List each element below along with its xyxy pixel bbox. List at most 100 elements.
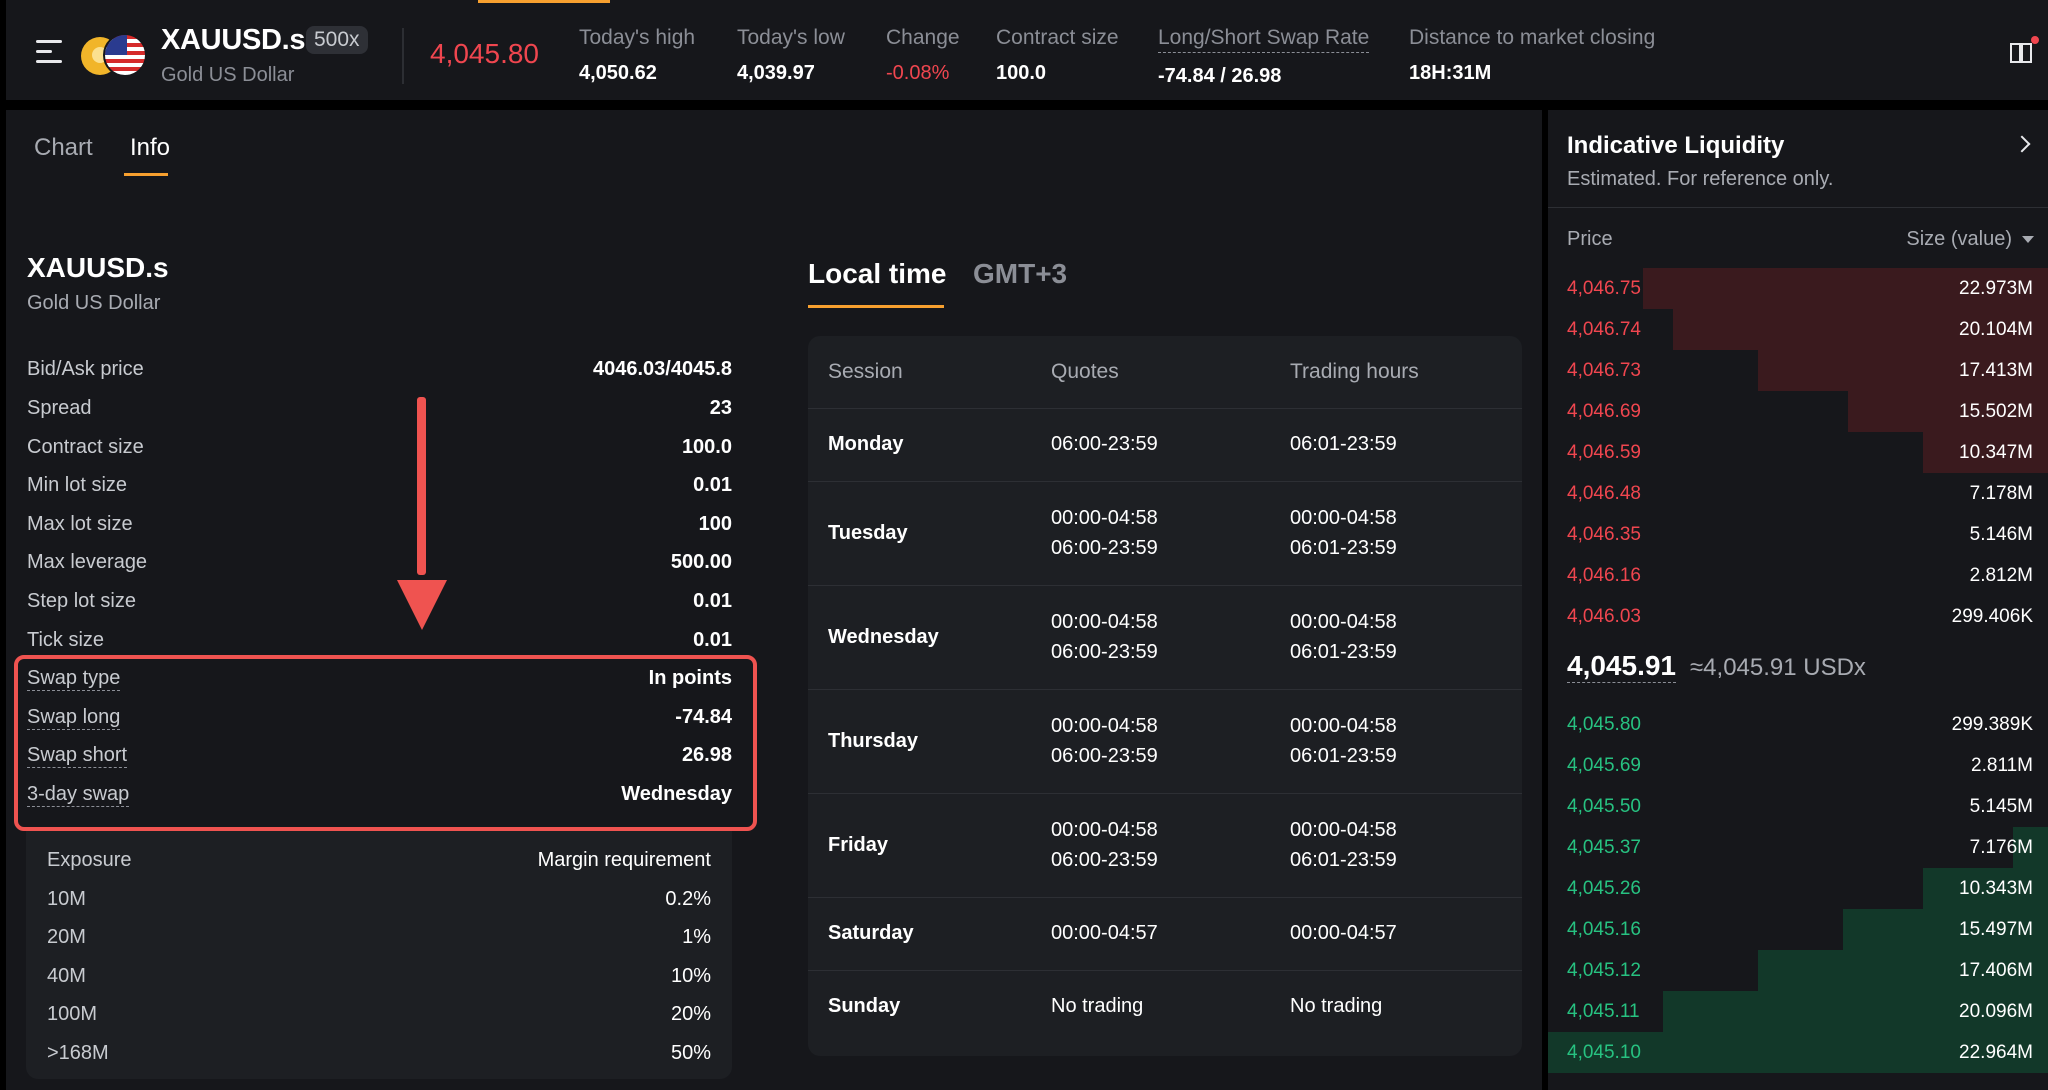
bid-row[interactable]: 4,045.10 22.964M xyxy=(1548,1032,2048,1073)
session-quotes: 00:00-04:58 xyxy=(1051,611,1158,633)
bid-row[interactable]: 4,045.50 5.145M xyxy=(1548,786,2048,827)
bid-price: 4,045.50 xyxy=(1567,796,1641,817)
bid-row[interactable]: 4,045.12 17.406M xyxy=(1548,950,2048,991)
table-row: Thursday 00:00-04:58 06:00-23:59 00:00-0… xyxy=(808,689,1522,793)
bid-size: 2.811M xyxy=(1971,755,2033,776)
table-row: >168M 50% xyxy=(47,1038,711,1068)
bid-price: 4,045.10 xyxy=(1567,1042,1641,1063)
spec-label: Min lot size xyxy=(27,474,128,496)
ask-row[interactable]: 4,046.69 15.502M xyxy=(1548,391,2048,432)
stat-value: 4,039.97 xyxy=(737,62,815,84)
spec-row-spread: Spread 23 xyxy=(27,393,732,423)
ask-size: 5.146M xyxy=(1969,524,2033,545)
session-hours: 00:00-04:58 xyxy=(1290,715,1397,737)
col-size-value[interactable]: Size (value) xyxy=(1906,228,2012,251)
stat-label: Distance to market closing xyxy=(1409,26,1656,49)
bid-price: 4,045.12 xyxy=(1567,960,1641,981)
bid-row[interactable]: 4,045.11 20.096M xyxy=(1548,991,2048,1032)
chevron-right-icon[interactable] xyxy=(2013,135,2031,153)
liquidity-title[interactable]: Indicative Liquidity xyxy=(1567,132,1784,160)
bid-row[interactable]: 4,045.69 2.811M xyxy=(1548,745,2048,786)
table-row: Friday 00:00-04:58 06:00-23:59 00:00-04:… xyxy=(808,793,1522,897)
table-row: Sunday No trading No trading xyxy=(808,970,1522,1043)
spec-label: Bid/Ask price xyxy=(27,358,144,380)
table-row: 100M 20% xyxy=(47,999,711,1029)
margin-exposure: 20M xyxy=(47,926,86,948)
ask-size: 10.347M xyxy=(1959,442,2033,463)
bid-size: 10.343M xyxy=(1959,878,2033,899)
session-hours: No trading xyxy=(1290,995,1383,1017)
session-quotes: No trading xyxy=(1051,995,1144,1017)
stat-value: -0.08% xyxy=(886,62,950,84)
margin-value: 0.2% xyxy=(665,888,711,910)
stat-label[interactable]: Long/Short Swap Rate xyxy=(1158,26,1370,53)
ask-row[interactable]: 4,046.73 17.413M xyxy=(1548,350,2048,391)
bid-price: 4,045.11 xyxy=(1567,1001,1640,1022)
ask-row[interactable]: 4,046.16 2.812M xyxy=(1548,555,2048,596)
liquidity-subtitle: Estimated. For reference only. xyxy=(1567,168,1834,190)
hamburger-menu-icon[interactable] xyxy=(36,40,62,64)
spec-row-tick-size: Tick size 0.01 xyxy=(27,625,732,655)
ask-price: 4,046.03 xyxy=(1567,606,1641,627)
caret-down-icon[interactable] xyxy=(2022,236,2034,243)
ask-row[interactable]: 4,046.48 7.178M xyxy=(1548,473,2048,514)
ask-size: 7.178M xyxy=(1969,483,2033,504)
table-row: Wednesday 00:00-04:58 06:00-23:59 00:00-… xyxy=(808,585,1522,689)
bid-row[interactable]: 4,045.80 299.389K xyxy=(1548,704,2048,745)
stat-label: Change xyxy=(886,26,960,49)
spec-row-max-leverage: Max leverage 500.00 xyxy=(27,547,732,577)
annotation-arrow xyxy=(417,397,426,575)
spec-value: 0.01 xyxy=(693,474,732,496)
session-day: Tuesday xyxy=(828,522,908,544)
stat-market-closing: Distance to market closing 18H:31M xyxy=(1409,26,1655,85)
session-quotes: 06:00-23:59 xyxy=(1051,745,1158,767)
ask-row[interactable]: 4,046.74 20.104M xyxy=(1548,309,2048,350)
session-hours: 06:01-23:59 xyxy=(1290,433,1397,455)
spec-row-step-lot: Step lot size 0.01 xyxy=(27,586,732,616)
margin-value: 10% xyxy=(670,965,711,987)
spec-value: 0.01 xyxy=(693,629,732,651)
table-row: 20M 1% xyxy=(47,922,711,952)
session-day: Monday xyxy=(828,433,904,455)
margin-value: 1% xyxy=(682,926,711,948)
bid-row[interactable]: 4,045.26 10.343M xyxy=(1548,868,2048,909)
ask-row[interactable]: 4,046.59 10.347M xyxy=(1548,432,2048,473)
tab-active-indicator xyxy=(124,173,168,176)
tab-chart[interactable]: Chart xyxy=(34,134,93,162)
spec-symbol-title: XAUUSD.s xyxy=(27,252,169,283)
tab-local-time[interactable]: Local time xyxy=(808,258,946,290)
table-row: 10M 0.2% xyxy=(47,884,711,914)
col-quotes: Quotes xyxy=(1051,360,1119,383)
tab-info[interactable]: Info xyxy=(130,134,170,162)
spec-value: 4046.03/4045.8 xyxy=(592,358,732,380)
bid-row[interactable]: 4,045.37 7.176M xyxy=(1548,827,2048,868)
symbol-header-bar: XAUUSD.s 500x Gold US Dollar 4,045.80 To… xyxy=(6,0,2048,104)
ask-price: 4,046.75 xyxy=(1567,278,1641,299)
tab-gmt3[interactable]: GMT+3 xyxy=(973,258,1067,290)
session-day: Saturday xyxy=(828,922,914,944)
mid-price: 4,045.91 xyxy=(1567,650,1676,683)
stat-value: -74.84 / 26.98 xyxy=(1158,65,1282,87)
session-quotes: 06:00-23:59 xyxy=(1051,641,1158,663)
bid-size: 17.406M xyxy=(1959,960,2033,981)
ask-price: 4,046.74 xyxy=(1567,319,1641,340)
book-icon[interactable] xyxy=(2010,36,2039,63)
bid-row[interactable]: 4,045.16 15.497M xyxy=(1548,909,2048,950)
spec-label: Contract size xyxy=(27,436,144,458)
ask-row[interactable]: 4,046.35 5.146M xyxy=(1548,514,2048,555)
session-day: Friday xyxy=(828,834,889,856)
bid-price: 4,045.80 xyxy=(1567,714,1641,735)
stat-swap-rate[interactable]: Long/Short Swap Rate -74.84 / 26.98 xyxy=(1158,26,1370,88)
ask-row[interactable]: 4,046.75 22.973M xyxy=(1548,268,2048,309)
session-day: Wednesday xyxy=(828,626,939,648)
header-divider xyxy=(402,28,404,84)
margin-exposure: 10M xyxy=(47,888,86,910)
spec-value: 0.01 xyxy=(693,590,732,612)
symbol-title[interactable]: XAUUSD.s xyxy=(161,24,306,57)
stat-change: Change -0.08% xyxy=(886,26,960,85)
stat-value: 4,050.62 xyxy=(579,62,657,84)
session-quotes: 06:00-23:59 xyxy=(1051,433,1158,455)
ask-row[interactable]: 4,046.03 299.406K xyxy=(1548,596,2048,637)
divider xyxy=(1548,207,2048,208)
margin-value: 50% xyxy=(670,1042,711,1064)
